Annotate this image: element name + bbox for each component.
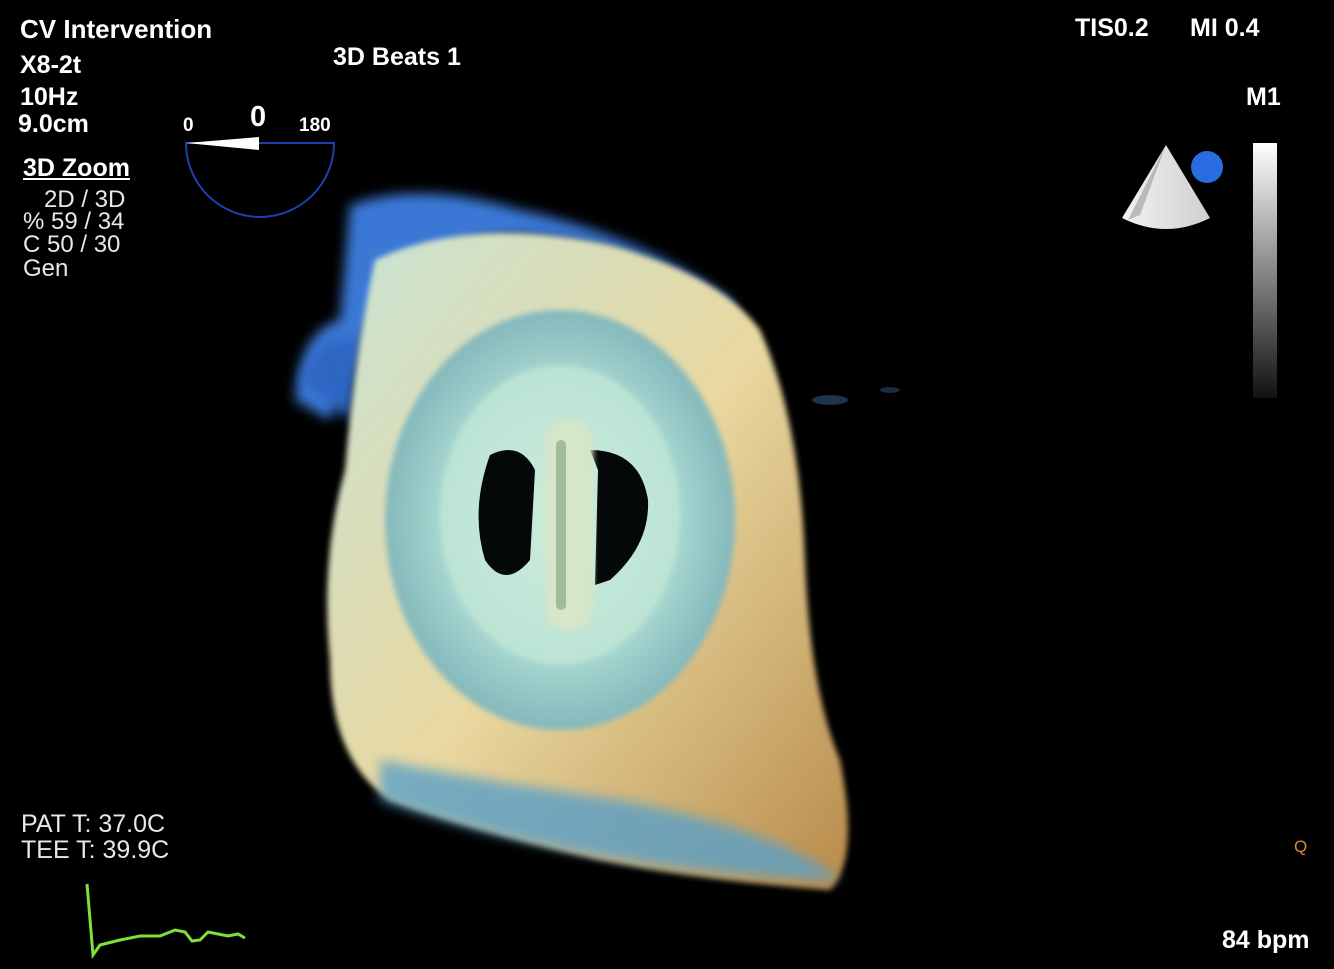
tee-temperature: TEE T: 39.9C <box>21 836 170 864</box>
volume-render-image <box>295 193 900 890</box>
tis-readout: TIS0.2 <box>1075 14 1149 42</box>
beats-label: 3D Beats 1 <box>333 43 461 71</box>
heart-rate: 84 bpm <box>1222 926 1310 954</box>
patient-temperature: PAT T: 37.0C <box>21 810 166 838</box>
angle-max-label: 180 <box>299 115 331 136</box>
probe-label: X8-2t <box>20 51 82 79</box>
angle-value: 0 <box>250 101 267 133</box>
mode-name: 3D Zoom <box>23 154 130 182</box>
mi-readout: MI 0.4 <box>1190 14 1260 42</box>
mode-compression: C 50 / 30 <box>23 231 121 258</box>
angle-min-label: 0 <box>183 115 194 136</box>
depth-label: 9.0cm <box>18 110 89 138</box>
q-marker: Q <box>1294 837 1308 856</box>
map-label: M1 <box>1246 83 1281 111</box>
application-title: CV Intervention <box>20 14 213 44</box>
frame-rate-label: 10Hz <box>20 83 79 111</box>
mode-preset: Gen <box>23 255 69 282</box>
